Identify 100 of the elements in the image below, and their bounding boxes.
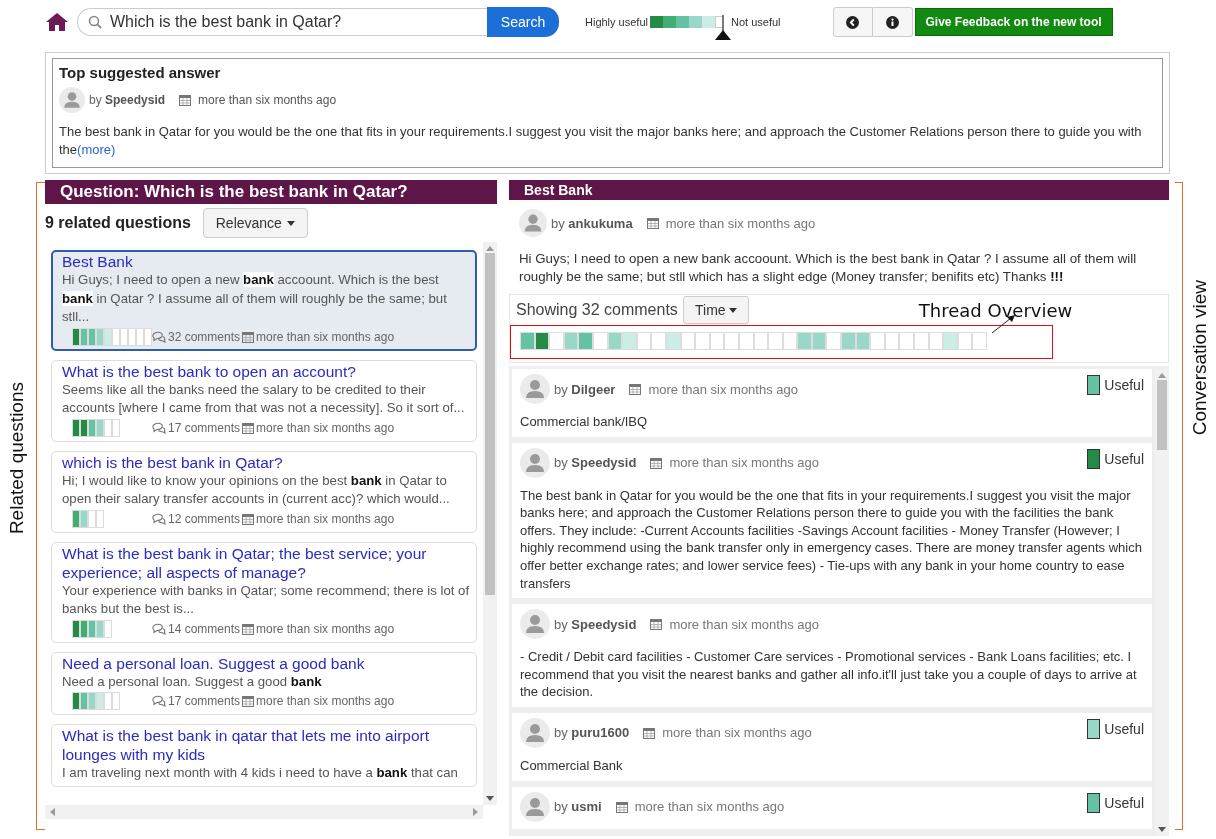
overview-cell[interactable] <box>768 332 783 350</box>
overview-cell[interactable] <box>549 332 564 350</box>
scrollbar-thumb[interactable] <box>485 253 495 595</box>
search-icon <box>88 15 102 29</box>
author-byline: by Speedysid <box>89 93 166 107</box>
sort-dropdown[interactable]: Time <box>682 296 749 324</box>
scroll-right-icon[interactable] <box>473 808 478 816</box>
question-card[interactable] <box>51 450 477 533</box>
info-button[interactable] <box>872 7 913 37</box>
back-button[interactable] <box>832 7 873 37</box>
question-card[interactable]: Need a personal loan. Suggest a good bank Need a personal loan. Suggest a good bank 17 comments more than six months ago <box>51 651 477 715</box>
avatar-icon <box>520 609 550 640</box>
usefulness-label: Useful <box>1104 377 1144 393</box>
question-card[interactable]: What is the best bank in qatar that lets me into airport lounges with my kids I am traveling next month with 4 kids i need to have a bank that can <box>51 724 477 787</box>
question-snippet: Hi Guys; I need to open a new bank accoount. Which is the best bank in Qatar ? I assume all of them will roughly be the same; but stll... <box>62 271 448 326</box>
scroll-up-icon[interactable] <box>1158 373 1166 378</box>
calendar-icon <box>643 726 656 739</box>
annotation-label: Thread Overview <box>918 299 1073 321</box>
calendar-icon <box>650 618 663 631</box>
post-date: more than six months ago <box>256 694 395 708</box>
question-text: Hi Guys; I need to open a new bank accoount. Which is the best bank in Qatar ? I assume all of them will roughly be the same; but stll which has a slight edge (Money transfer; benifits etc) Thanks !!! <box>519 250 1138 286</box>
avatar-icon <box>520 447 550 478</box>
search-button[interactable]: Search <box>487 7 559 37</box>
related-count: 9 related questions <box>45 214 191 232</box>
post-date: more than six months ago <box>256 621 395 636</box>
calendar-icon <box>629 383 642 395</box>
overview-cell[interactable] <box>914 332 929 350</box>
comment-count: 17 comments <box>168 694 241 708</box>
thread-header: Best Bank <box>509 180 1169 200</box>
calendar-icon <box>242 622 255 635</box>
answer-text: The best bank in Qatar for you would be the one that fits in your requirements.I suggest you visit the major banks here; and approach the Customer Relations person there to guide you with the(more) <box>59 123 1143 159</box>
overview-cell[interactable] <box>695 332 710 350</box>
horizontal-scrollbar[interactable] <box>45 805 483 819</box>
scale-label: Not useful <box>731 16 781 28</box>
info-icon <box>885 15 899 29</box>
question-snippet: Need a personal loan. Suggest a good bank <box>62 672 323 691</box>
feedback-button[interactable]: Give Feedback on the new tool <box>914 8 1113 36</box>
question-title-link[interactable]: Best Bank <box>62 252 470 271</box>
comment-icon <box>152 421 166 434</box>
scroll-down-icon[interactable] <box>1158 827 1166 832</box>
sort-dropdown[interactable]: Relevance <box>202 208 308 238</box>
overview-cell[interactable] <box>651 332 666 350</box>
question-snippet: I am traveling next month with 4 kids i need to have a bank that can <box>62 764 459 782</box>
post-date: more than six months ago <box>256 511 395 526</box>
overview-cell[interactable] <box>578 332 593 350</box>
home-icon[interactable] <box>45 12 69 32</box>
overview-cell[interactable] <box>870 332 885 350</box>
comment-icon <box>152 695 166 707</box>
question-title-link[interactable]: What is the best bank in Qatar; the best service; your experience; all aspects of manage? <box>62 543 470 582</box>
caret-icon <box>286 220 295 226</box>
usefulness-label: Useful <box>1104 450 1144 467</box>
overview-cell[interactable] <box>797 332 812 350</box>
annotation-label: Conversation view <box>1189 280 1211 436</box>
comment-text: The best bank in Qatar for you would be the one that fits in your requirements.I suggest you visit the major banks here; and approach the Customer Relations person there to guide you with the facilities the bank offers. They include: -Current Accounts facilities -Savings Account facilities - Money Transfer (However; I highly recommend using the bank transfer only in emergency cases. There are money transfer agents which offer better exchange rates; and lower service fees) - Tie-ups with any bank in your home country to ease transfers <box>520 486 1143 593</box>
post-date: more than six months ago <box>662 725 812 741</box>
author-byline: by usmi <box>554 799 602 815</box>
question-title-link[interactable]: which is the best bank in Qatar? <box>62 452 470 472</box>
overview-cell[interactable] <box>943 332 958 350</box>
comment-icon <box>152 512 166 525</box>
usefulness-label: Useful <box>1104 720 1144 737</box>
post-date: more than six months ago <box>665 215 816 231</box>
question-snippet: Hi; I would like to know your opinions on the best bank in Qatar to open their salary transfer accounts in (current acc)? which would... <box>62 471 451 508</box>
caret-icon <box>728 307 737 313</box>
overview-cell[interactable] <box>972 332 987 350</box>
question-card[interactable] <box>51 541 477 643</box>
scale-pointer-icon[interactable] <box>713 15 733 41</box>
calendar-icon <box>615 800 628 813</box>
comment-icon <box>152 622 166 635</box>
comment-text: Commercial Bank <box>520 756 624 775</box>
overview-cell[interactable] <box>899 332 915 350</box>
more-link[interactable]: (more) <box>77 142 116 157</box>
avatar-icon <box>519 209 547 237</box>
comment-count: Showing 32 comments <box>515 301 678 319</box>
scroll-up-icon[interactable] <box>486 246 494 251</box>
calendar-icon <box>242 330 255 343</box>
post-date: more than six months ago <box>634 799 785 815</box>
usefulness-label: Useful <box>1104 794 1144 811</box>
question-title-link[interactable]: Need a personal loan. Suggest a good bank <box>62 653 470 673</box>
overview-cell[interactable] <box>622 332 637 350</box>
scrollbar-thumb[interactable] <box>1157 380 1167 450</box>
question-card[interactable] <box>51 359 477 442</box>
overview-cell[interactable] <box>826 332 842 350</box>
question-title-link[interactable]: What is the best bank in qatar that lets me into airport lounges with my kids <box>62 726 470 764</box>
question-card[interactable]: Best Bank Hi Guys; I need to open a new bank accoount. Which is the best bank in Qatar ? I assume all of them will roughly be the same; but stll... 32 comments more than six months ago <box>51 250 477 351</box>
calendar-icon <box>646 217 659 229</box>
post-date: more than six months ago <box>198 93 337 107</box>
author-byline: by ankukuma <box>551 215 633 231</box>
post-date: more than six months ago <box>256 420 395 435</box>
question-snippet: Your experience with banks in Qatar; some recommend; there is lot of banks but the best is... <box>62 581 470 618</box>
scroll-left-icon[interactable] <box>50 808 55 816</box>
scroll-down-icon[interactable] <box>486 796 494 801</box>
scrollbar[interactable] <box>483 242 497 805</box>
calendar-icon <box>242 695 255 707</box>
overview-cell[interactable] <box>724 332 739 350</box>
question-title-link[interactable]: What is the best bank to open an account? <box>62 361 470 381</box>
overview-cell[interactable] <box>841 332 856 350</box>
search-field[interactable]: Which is the best bank in Qatar? <box>77 8 487 36</box>
avatar-icon <box>520 791 550 822</box>
overview-cell[interactable] <box>520 332 535 350</box>
comment-count: 32 comments <box>168 329 241 344</box>
